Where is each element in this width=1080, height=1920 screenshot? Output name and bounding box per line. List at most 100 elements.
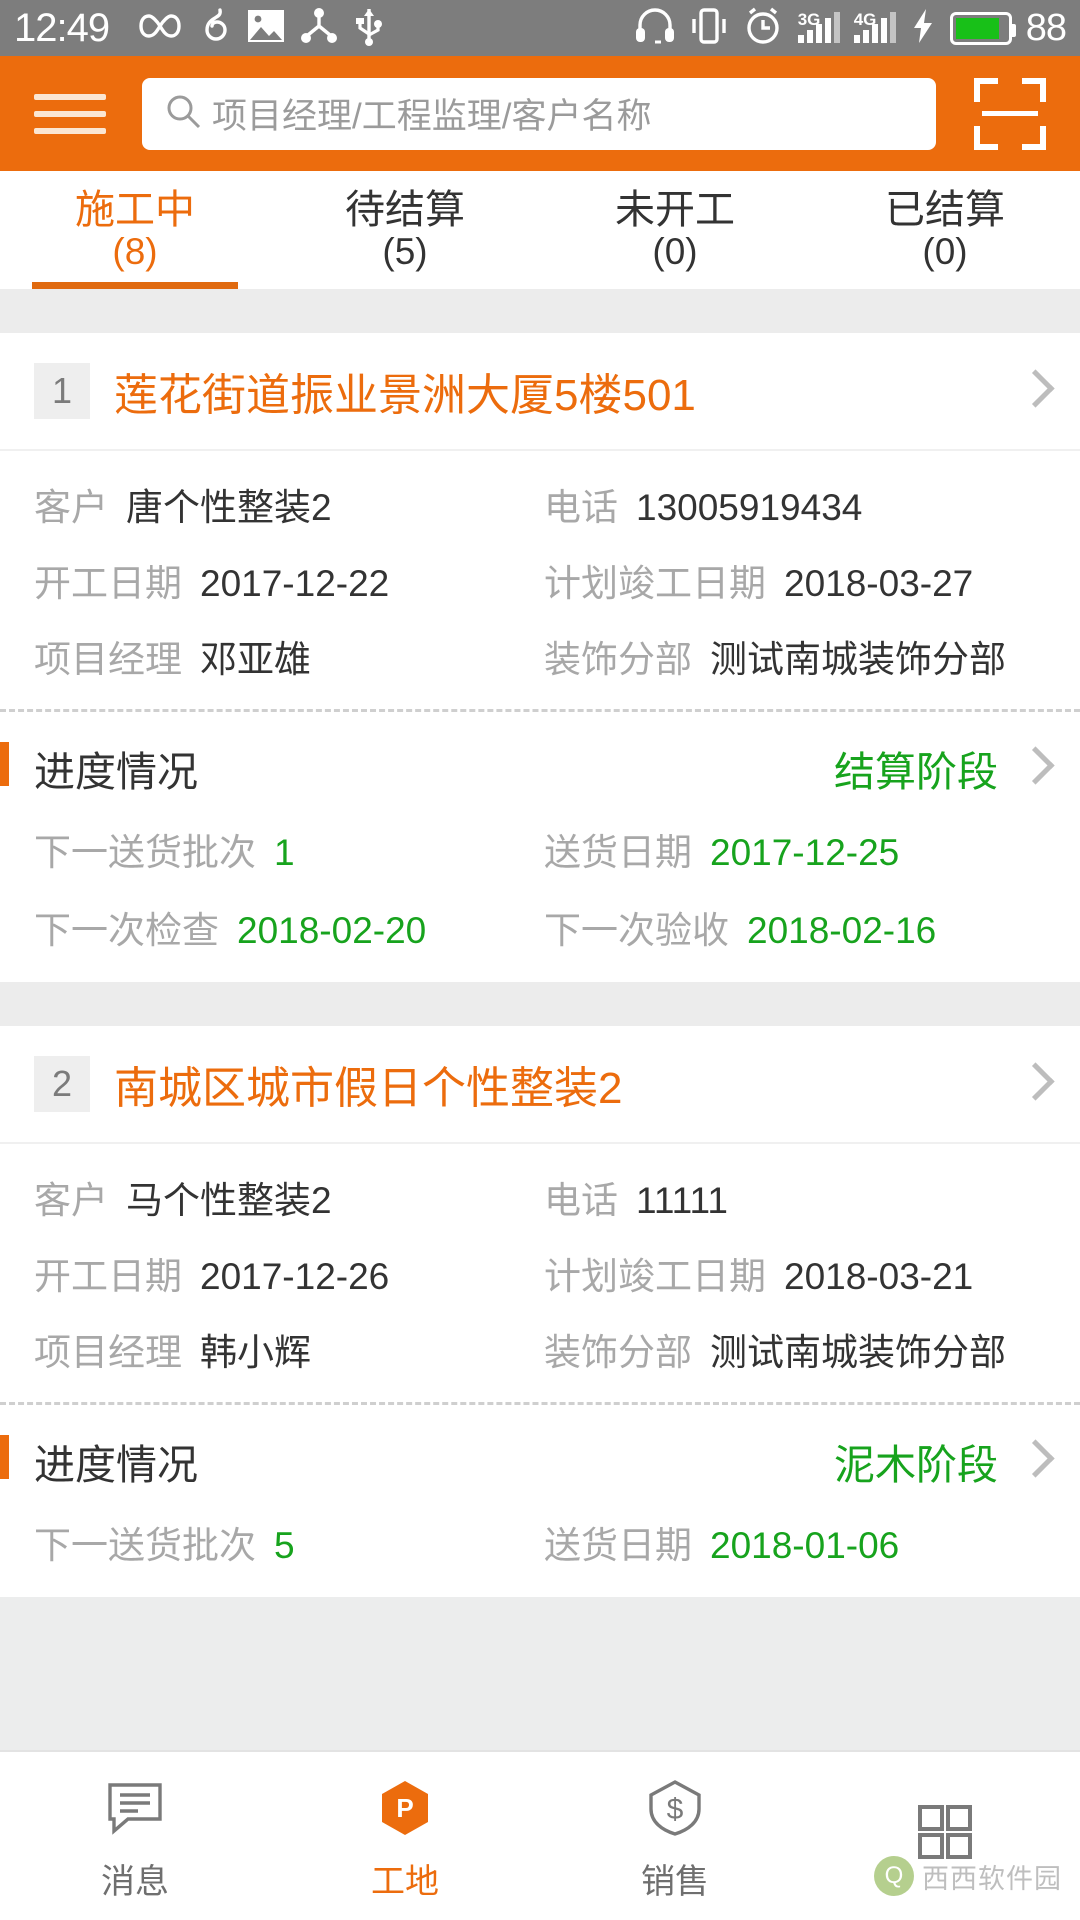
tab-count: (8): [112, 230, 158, 272]
scan-qr-icon[interactable]: [974, 77, 1046, 150]
customer-value: 马个性整装2: [126, 1180, 332, 1221]
netease-music-icon: [195, 6, 233, 51]
decoration-branch-label: 装饰分部: [544, 639, 692, 680]
chevron-right-icon: [1020, 742, 1050, 794]
stage-badge: 结算阶段: [834, 749, 998, 795]
watermark: Q 西西软件园: [874, 1856, 1062, 1896]
message-lines-icon: [104, 1776, 166, 1840]
next-inspection-value: 2018-02-20: [237, 910, 427, 951]
grid-squares-icon: [914, 1800, 976, 1864]
next-delivery-batch-value: 5: [274, 1525, 295, 1566]
progress-label: 进度情况: [34, 1442, 198, 1488]
project-manager-label: 项目经理: [34, 639, 182, 680]
nav-item-site[interactable]: P 工地: [270, 1752, 540, 1920]
planned-finish-value: 2018-03-27: [784, 563, 974, 604]
hamburger-icon[interactable]: [34, 93, 106, 134]
tab-label: 已结算: [885, 187, 1005, 232]
alarm-clock-icon: [742, 5, 784, 52]
table-row: 下一送货批次 5 送货日期 2018-01-06: [34, 1515, 1046, 1569]
share-icon: [299, 7, 339, 50]
sales-tag-icon: $: [644, 1776, 706, 1840]
phone-value[interactable]: 13005919434: [636, 487, 862, 529]
progress-details: 下一送货批次 5 送货日期 2018-01-06: [0, 1515, 1080, 1597]
next-acceptance-label: 下一次验收: [544, 910, 729, 951]
project-info: 客户 唐个性整装2 电话 13005919434 开工日期 2017-12-22 计划…: [0, 451, 1080, 709]
project-manager-value: 邓亚雄: [200, 639, 311, 680]
tab-settled[interactable]: 已结算 (0): [810, 171, 1080, 289]
status-time: 12:49: [14, 6, 110, 50]
svg-text:$: $: [667, 1793, 684, 1826]
tab-in-progress[interactable]: 施工中 (8): [0, 171, 270, 289]
decoration-branch-value: 测试南城装饰分部: [710, 1332, 1006, 1373]
project-list[interactable]: 1 莲花街道振业景洲大厦5楼501 客户 唐个性整装2 电话 13005919434…: [0, 289, 1080, 1750]
watermark-text: 西西软件园: [922, 1863, 1062, 1894]
planned-finish-label: 计划竣工日期: [544, 563, 766, 604]
project-index: 2: [34, 1056, 90, 1112]
table-row: 项目经理 邓亚雄 装饰分部 测试南城装饰分部: [34, 629, 1046, 683]
start-date-label: 开工日期: [34, 563, 182, 604]
table-row: 开工日期 2017-12-22 计划竣工日期 2018-03-27: [34, 553, 1046, 607]
progress-label: 进度情况: [34, 749, 198, 795]
table-row: 下一送货批次 1 送货日期 2017-12-25: [34, 822, 1046, 876]
tab-pending-settlement[interactable]: 待结算 (5): [270, 171, 540, 289]
tab-count: (5): [382, 230, 428, 272]
customer-value: 唐个性整装2: [126, 487, 332, 528]
search-icon: [164, 92, 202, 135]
site-p-badge-icon: P: [374, 1776, 436, 1840]
next-acceptance-value: 2018-02-16: [747, 910, 937, 951]
decoration-branch-value: 测试南城装饰分部: [710, 639, 1006, 680]
search-input[interactable]: 项目经理/工程监理/客户名称: [142, 77, 936, 150]
list-separator-gap: [0, 982, 1080, 1026]
project-title: 莲花街道振业景洲大厦5楼501: [114, 371, 696, 420]
headphones-icon: [634, 6, 676, 51]
project-title-row[interactable]: 2 南城区城市假日个性整装2: [0, 1026, 1080, 1144]
delivery-date-label: 送货日期: [544, 832, 692, 873]
tab-label: 未开工: [615, 187, 735, 232]
battery-icon: [949, 11, 1016, 45]
start-date-label: 开工日期: [34, 1256, 182, 1297]
project-title: 南城区城市假日个性整装2: [114, 1064, 623, 1113]
tab-count: (0): [922, 230, 968, 272]
progress-header-row[interactable]: 进度情况 泥木阶段: [0, 1405, 1080, 1515]
chevron-right-icon: [1020, 1435, 1050, 1487]
start-date-value: 2017-12-26: [200, 1256, 390, 1297]
project-manager-value: 韩小辉: [200, 1332, 311, 1373]
usb-icon: [352, 6, 386, 51]
delivery-date-value: 2017-12-25: [710, 832, 900, 873]
progress-header-row[interactable]: 进度情况 结算阶段: [0, 712, 1080, 822]
next-delivery-batch-label: 下一送货批次: [34, 1525, 256, 1566]
charging-bolt-icon: [910, 7, 936, 50]
project-index: 1: [34, 363, 90, 419]
table-row: 客户 马个性整装2 电话 11111: [34, 1170, 1046, 1224]
next-inspection-label: 下一次检查: [34, 910, 219, 951]
svg-text:P: P: [396, 1793, 413, 1823]
status-tabs: 施工中 (8) 待结算 (5) 未开工 (0) 已结算 (0): [0, 171, 1080, 289]
search-placeholder: 项目经理/工程监理/客户名称: [212, 97, 652, 136]
nav-item-sales[interactable]: $ 销售: [540, 1752, 810, 1920]
customer-label: 客户: [34, 487, 108, 528]
tab-not-started[interactable]: 未开工 (0): [540, 171, 810, 289]
nav-label: 工地: [371, 1862, 439, 1901]
project-title-row[interactable]: 1 莲花街道振业景洲大厦5楼501: [0, 333, 1080, 451]
chevron-right-icon: [1020, 1058, 1050, 1110]
chevron-right-icon: [1020, 365, 1050, 417]
decoration-branch-label: 装饰分部: [544, 1332, 692, 1373]
planned-finish-label: 计划竣工日期: [544, 1256, 766, 1297]
signal-4g-icon: 4G: [853, 10, 896, 43]
next-delivery-batch-label: 下一送货批次: [34, 832, 256, 873]
table-row: 下一次检查 2018-02-20 下一次验收 2018-02-16: [34, 900, 1046, 954]
watermark-mark: Q: [874, 1856, 914, 1896]
battery-percent: 88: [1025, 6, 1067, 49]
delivery-date-label: 送货日期: [544, 1525, 692, 1566]
image-icon: [246, 7, 286, 50]
infinity-icon: [138, 11, 182, 46]
nav-label: 消息: [101, 1862, 169, 1901]
phone-label: 电话: [544, 487, 618, 528]
tab-count: (0): [652, 230, 698, 272]
next-delivery-batch-value: 1: [274, 832, 295, 873]
nav-item-messages[interactable]: 消息: [0, 1752, 270, 1920]
phone-value[interactable]: 11111: [636, 1180, 728, 1222]
table-row: 开工日期 2017-12-26 计划竣工日期 2018-03-21: [34, 1246, 1046, 1300]
table-row: 项目经理 韩小辉 装饰分部 测试南城装饰分部: [34, 1322, 1046, 1376]
tab-label: 待结算: [345, 187, 465, 232]
